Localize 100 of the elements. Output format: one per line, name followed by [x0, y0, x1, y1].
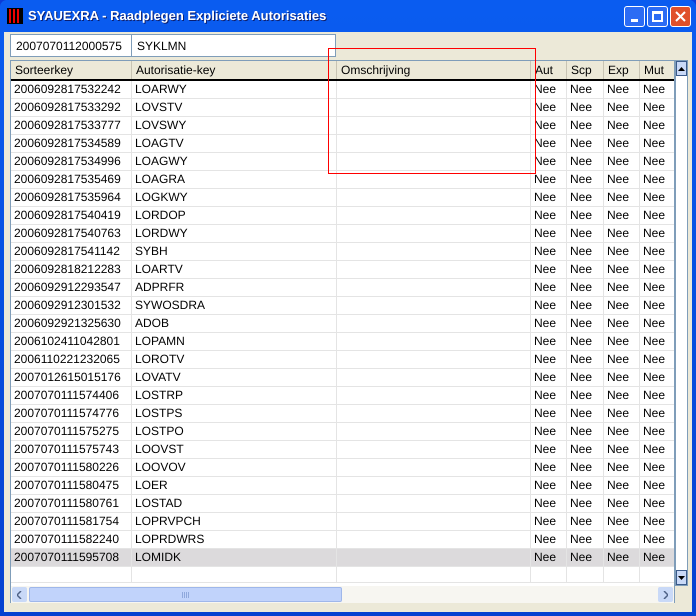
- horizontal-scrollbar[interactable]: [11, 586, 674, 603]
- table-cell: LOVSWY: [132, 117, 337, 134]
- table-cell: Nee: [531, 387, 567, 404]
- table-cell: Nee: [567, 153, 604, 170]
- table-cell: 2007070111575275: [11, 423, 132, 440]
- column-header[interactable]: Sorteerkey: [11, 61, 132, 79]
- table-cell: ADOB: [132, 315, 337, 332]
- table-cell: Nee: [531, 351, 567, 368]
- table-cell: Nee: [604, 459, 640, 476]
- column-header[interactable]: Omschrijving: [337, 61, 531, 79]
- table-cell: 2006092912293547: [11, 279, 132, 296]
- table-cell: LORDWY: [132, 225, 337, 242]
- column-header[interactable]: Autorisatie-key: [132, 61, 337, 79]
- table-cell: 2007070111580226: [11, 459, 132, 476]
- table-cell: LOAGRA: [132, 171, 337, 188]
- table-cell: LOPRVPCH: [132, 513, 337, 530]
- table-cell: Nee: [531, 405, 567, 422]
- table-cell: 2007070111580761: [11, 495, 132, 512]
- scroll-thumb[interactable]: [29, 587, 342, 602]
- table-cell: Nee: [567, 315, 604, 332]
- table-cell: 2006092817541142: [11, 243, 132, 260]
- table-cell: Nee: [531, 441, 567, 458]
- scroll-up-button[interactable]: [676, 61, 687, 76]
- table-cell: Nee: [604, 99, 640, 116]
- table-cell: Nee: [604, 207, 640, 224]
- minimize-icon: [631, 18, 638, 22]
- table-cell: LOOVST: [132, 441, 337, 458]
- table-cell: Nee: [531, 477, 567, 494]
- table-cell: Nee: [567, 495, 604, 512]
- table-cell: 2006102411042801: [11, 333, 132, 350]
- table-cell: Nee: [567, 477, 604, 494]
- column-header[interactable]: Exp: [604, 61, 640, 79]
- table-cell: 2006092817532242: [11, 81, 132, 98]
- table-cell: 2006092817540419: [11, 207, 132, 224]
- table-cell: Nee: [567, 369, 604, 386]
- table-cell: 2006092921325630: [11, 315, 132, 332]
- table-cell: Nee: [531, 423, 567, 440]
- scroll-left-button[interactable]: [12, 587, 27, 602]
- table-cell: Nee: [604, 423, 640, 440]
- table-cell: Nee: [567, 117, 604, 134]
- table-cell: Nee: [531, 171, 567, 188]
- table-cell: Nee: [604, 225, 640, 242]
- scroll-right-button[interactable]: [658, 587, 673, 602]
- column-header[interactable]: Scp: [567, 61, 604, 79]
- table-cell: Nee: [567, 441, 604, 458]
- table-cell: Nee: [531, 279, 567, 296]
- table-cell: Nee: [567, 81, 604, 98]
- table-cell: Nee: [604, 315, 640, 332]
- table-cell: 2006092817535964: [11, 189, 132, 206]
- table-cell: Nee: [604, 171, 640, 188]
- table-cell: Nee: [567, 405, 604, 422]
- table-cell: LOGKWY: [132, 189, 337, 206]
- column-header[interactable]: Aut: [531, 61, 567, 79]
- vertical-scrollbar[interactable]: [675, 60, 688, 586]
- minimize-button[interactable]: [624, 6, 645, 26]
- table-cell: 2006092817533292: [11, 99, 132, 116]
- table-cell: Nee: [531, 369, 567, 386]
- table-cell: 2007070111581754: [11, 513, 132, 530]
- table-cell: Nee: [604, 135, 640, 152]
- table-cell: Nee: [531, 495, 567, 512]
- table-cell: Nee: [567, 333, 604, 350]
- grip-icon: [182, 592, 190, 598]
- table-cell: 2007070111574776: [11, 405, 132, 422]
- table-cell: 2007070111580475: [11, 477, 132, 494]
- table-cell: Nee: [604, 243, 640, 260]
- table-cell: 2007070111582240: [11, 531, 132, 548]
- table-cell: Nee: [604, 261, 640, 278]
- table-cell: Nee: [567, 351, 604, 368]
- table-cell: Nee: [531, 207, 567, 224]
- table-cell: 2007012615015176: [11, 369, 132, 386]
- table-cell: SYWOSDRA: [132, 297, 337, 314]
- table-cell: Nee: [567, 513, 604, 530]
- table-cell: Nee: [567, 297, 604, 314]
- table-cell: Nee: [531, 297, 567, 314]
- table-cell: Nee: [604, 117, 640, 134]
- table-cell: 2006110221232065: [11, 351, 132, 368]
- table-cell: Nee: [567, 171, 604, 188]
- close-button[interactable]: [670, 6, 691, 26]
- table-cell: Nee: [531, 189, 567, 206]
- table-cell: Nee: [531, 315, 567, 332]
- table-cell: Nee: [604, 387, 640, 404]
- table-cell: ADPRFR: [132, 279, 337, 296]
- table-cell: Nee: [531, 333, 567, 350]
- close-icon: [675, 10, 686, 22]
- table-cell: 2006092817534996: [11, 153, 132, 170]
- table-cell: LOSTPO: [132, 423, 337, 440]
- table-cell: LOAGTV: [132, 135, 337, 152]
- table-cell: Nee: [531, 549, 567, 566]
- maximize-button[interactable]: [647, 6, 668, 26]
- table-cell: Nee: [531, 225, 567, 242]
- table-cell: LOVSTV: [132, 99, 337, 116]
- table-cell: Nee: [531, 513, 567, 530]
- down-arrow-icon: [678, 576, 685, 580]
- table-cell: 2007070111595708: [11, 549, 132, 566]
- table-cell: LOER: [132, 477, 337, 494]
- table-cell: 2006092818212283: [11, 261, 132, 278]
- scroll-down-button[interactable]: [676, 570, 687, 585]
- table-cell: LOOVOV: [132, 459, 337, 476]
- selected-row[interactable]: 2007070111595708 LOMIDK Nee Nee Nee Nee: [11, 549, 674, 567]
- table-cell: LOMIDK: [132, 549, 337, 566]
